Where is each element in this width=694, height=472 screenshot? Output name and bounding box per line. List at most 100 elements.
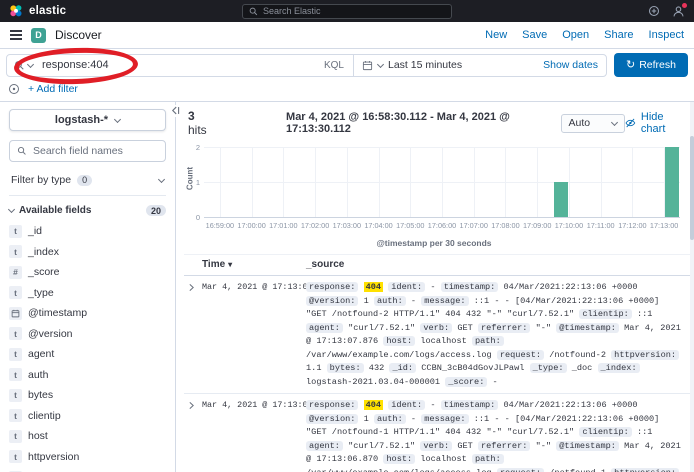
field-key: response: [306, 400, 358, 410]
field-item-bytes[interactable]: tbytes [9, 385, 166, 406]
appbar-action-share[interactable]: Share [604, 29, 633, 41]
histogram-bar[interactable] [554, 182, 568, 217]
query-input[interactable]: response:404 [40, 59, 315, 71]
row-timestamp: Mar 4, 2021 @ 17:13:06.870 [202, 399, 306, 410]
field-key: message: [421, 414, 468, 424]
expand-row-icon[interactable] [184, 399, 202, 410]
time-column-header[interactable]: Time ▾ [202, 259, 306, 270]
x-tick-label: 16:59:00 [206, 221, 234, 230]
available-fields-count-badge: 20 [146, 205, 166, 216]
eye-slash-icon [625, 117, 636, 129]
plot-area: 16:59:0017:00:0017:01:0017:02:0017:03:00… [204, 147, 680, 218]
x-tick-label: 17:05:00 [396, 221, 424, 230]
sort-desc-icon: ▾ [228, 260, 232, 269]
field-item-host[interactable]: thost [9, 426, 166, 447]
expand-row-icon[interactable] [184, 281, 202, 292]
field-key: clientip: [579, 427, 631, 437]
scrollbar[interactable] [690, 102, 694, 472]
field-key: auth: [374, 414, 406, 424]
field-item-timestamp[interactable]: @timestamp [9, 303, 166, 324]
field-key: bytes: [327, 363, 364, 373]
appbar-action-inspect[interactable]: Inspect [649, 29, 684, 41]
row-source: response: 404 ident: - timestamp: 04/Mar… [306, 281, 690, 389]
field-name: clientip [28, 410, 61, 422]
x-tick-label: 17:13:00 [650, 221, 678, 230]
string-field-icon: t [9, 245, 22, 258]
field-key: host: [383, 454, 415, 464]
gridline [204, 147, 680, 148]
filter-by-type[interactable]: Filter by type 0 [9, 171, 166, 196]
table-row: Mar 4, 2021 @ 17:13:07.876response: 404 … [184, 276, 690, 394]
chevron-down-icon [611, 118, 618, 125]
refresh-icon: ↻ [626, 60, 635, 71]
field-list: t_idt_index#_scoret_type@timestampt@vers… [9, 221, 166, 472]
x-tick-label: 17:01:00 [269, 221, 297, 230]
field-item-httpversion[interactable]: thttpversion [9, 447, 166, 468]
calendar-icon [9, 307, 22, 320]
field-item-agent[interactable]: tagent [9, 344, 166, 365]
field-item-clientip[interactable]: tclientip [9, 406, 166, 427]
search-control-group: response:404 KQL Last 15 minutes Show da… [6, 54, 607, 77]
field-item-_index[interactable]: t_index [9, 242, 166, 263]
string-field-icon: t [9, 348, 22, 361]
x-axis-title: @timestamp per 30 seconds [184, 238, 684, 248]
appbar-action-new[interactable]: New [485, 29, 507, 41]
field-search-input[interactable]: Search field names [9, 140, 166, 162]
x-tick-label: 17:09:00 [523, 221, 551, 230]
global-search-input[interactable]: Search Elastic [242, 4, 452, 19]
field-item-_id[interactable]: t_id [9, 221, 166, 242]
x-tick-label: 17:06:00 [428, 221, 456, 230]
saved-queries-icon[interactable] [8, 83, 20, 95]
show-dates-link[interactable]: Show dates [543, 59, 598, 71]
query-language-label[interactable]: KQL [315, 60, 353, 71]
time-range-label: Last 15 minutes [388, 59, 462, 71]
field-name: _id [28, 225, 42, 237]
field-key: @version: [306, 296, 358, 306]
refresh-button[interactable]: ↻ Refresh [614, 53, 688, 77]
field-item-_type[interactable]: t_type [9, 283, 166, 304]
field-search-placeholder: Search field names [33, 145, 123, 157]
available-fields-header[interactable]: Available fields 20 [9, 205, 166, 216]
query-language-menu[interactable] [7, 60, 40, 71]
field-key: agent: [306, 441, 343, 451]
interval-select[interactable]: Auto [561, 114, 626, 133]
fields-sidebar: logstash-* Search field names Filter by … [0, 102, 176, 472]
x-tick-label: 17:04:00 [364, 221, 392, 230]
field-item-auth[interactable]: tauth [9, 365, 166, 386]
brand-name: elastic [29, 5, 66, 17]
help-icon[interactable] [648, 5, 660, 17]
x-tick-label: 17:07:00 [460, 221, 488, 230]
field-item-ident[interactable]: tident [9, 467, 166, 472]
appbar-action-save[interactable]: Save [522, 29, 547, 41]
scrollbar-thumb[interactable] [690, 136, 694, 240]
hide-chart-button[interactable]: Hide chart [625, 111, 686, 135]
user-avatar[interactable] [672, 5, 685, 18]
collapse-sidebar-icon[interactable] [170, 105, 182, 117]
string-field-icon: t [9, 450, 22, 463]
string-field-icon: t [9, 286, 22, 299]
field-name: host [28, 430, 48, 442]
content: logstash-* Search field names Filter by … [0, 102, 694, 472]
field-key: response: [306, 282, 358, 292]
field-key: @timestamp: [556, 323, 619, 333]
x-tick-label: 17:12:00 [618, 221, 646, 230]
field-key: verb: [420, 441, 452, 451]
field-item-_score[interactable]: #_score [9, 262, 166, 283]
chevron-down-icon [8, 206, 15, 213]
field-key: _type: [530, 363, 567, 373]
query-bar: response:404 KQL Last 15 minutes Show da… [0, 49, 694, 81]
menu-icon[interactable] [10, 30, 22, 40]
field-key: timestamp: [441, 282, 499, 292]
add-filter-button[interactable]: + Add filter [28, 83, 78, 95]
field-key: ident: [388, 400, 425, 410]
field-key: path: [472, 336, 504, 346]
histogram-bar[interactable] [665, 147, 679, 217]
index-pattern-select[interactable]: logstash-* [9, 109, 166, 131]
appbar-action-open[interactable]: Open [562, 29, 589, 41]
x-tick-label: 17:00:00 [237, 221, 265, 230]
field-item-version[interactable]: t@version [9, 324, 166, 345]
field-key: @timestamp: [556, 441, 619, 451]
date-picker[interactable]: Last 15 minutes Show dates [354, 59, 606, 71]
field-key: referrer: [478, 323, 530, 333]
search-icon [14, 60, 25, 71]
